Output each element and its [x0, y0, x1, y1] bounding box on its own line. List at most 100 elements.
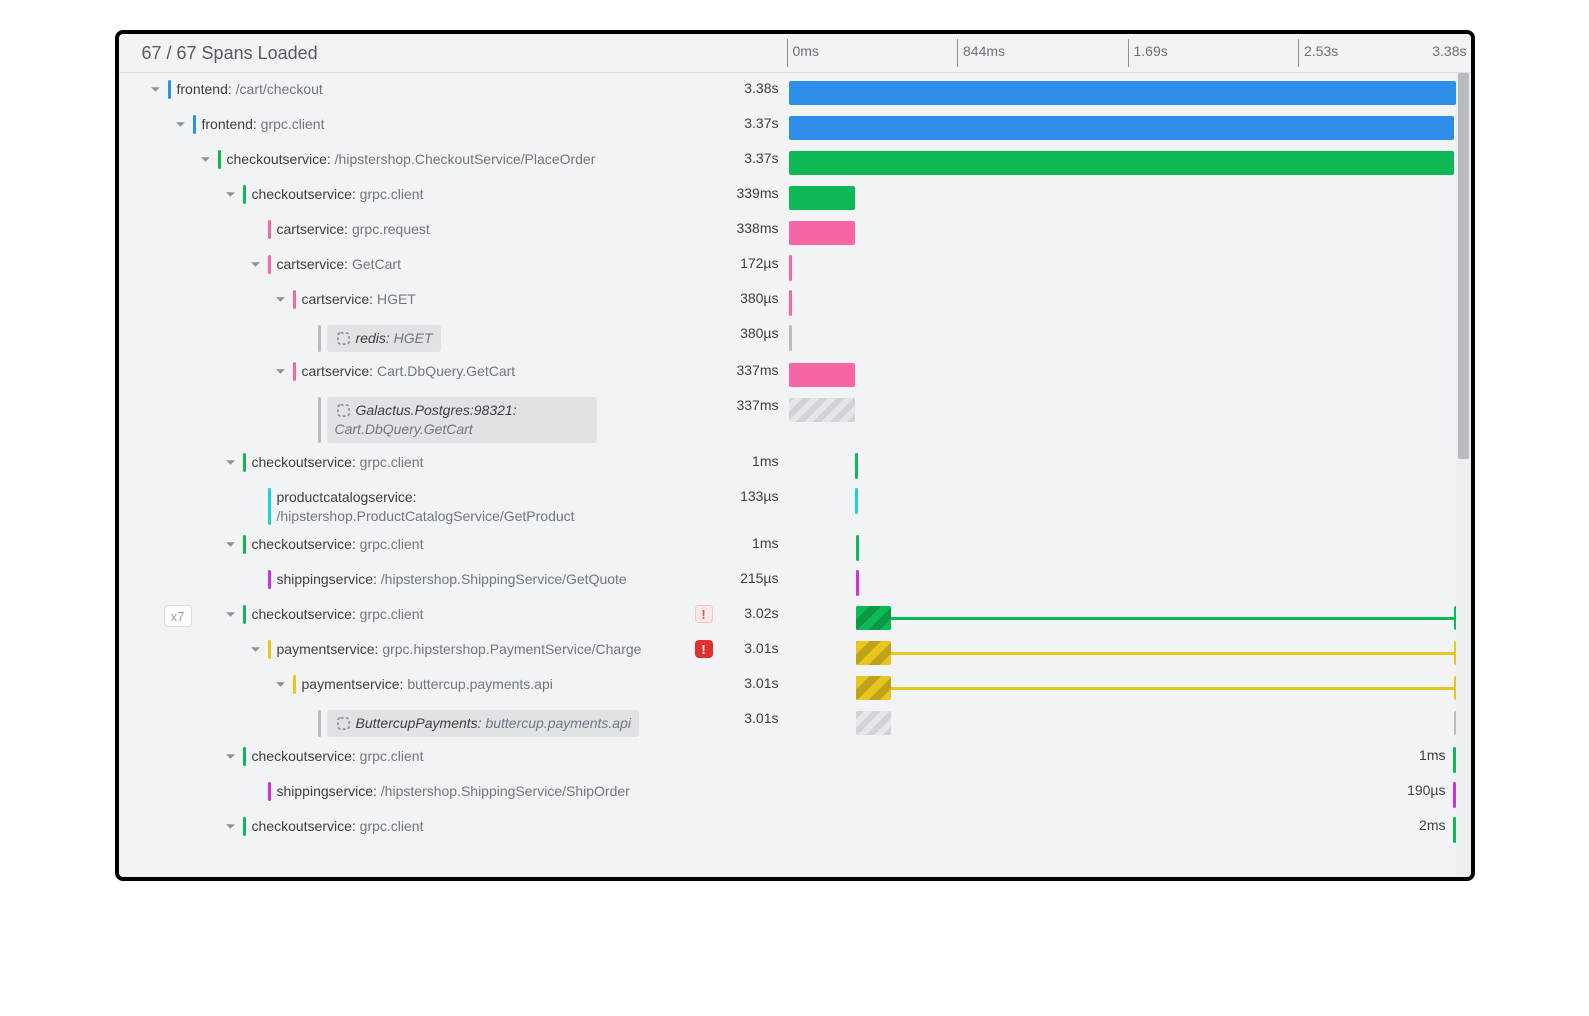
- span-timeline-cell: 2ms: [789, 812, 1456, 847]
- span-bar[interactable]: [856, 535, 859, 561]
- expand-toggle[interactable]: [197, 151, 214, 168]
- span-row[interactable]: frontend: /cart/checkout3.38s: [119, 75, 1456, 110]
- span-row[interactable]: frontend: grpc.client3.37s: [119, 110, 1456, 145]
- span-row[interactable]: ButtercupPayments: buttercup.payments.ap…: [119, 705, 1456, 742]
- span-bar[interactable]: [856, 570, 859, 596]
- span-row[interactable]: x7checkoutservice: grpc.client!3.02s: [119, 600, 1456, 635]
- span-row[interactable]: cartservice: grpc.request338ms: [119, 215, 1456, 250]
- expand-toggle[interactable]: [172, 116, 189, 133]
- span-label: checkoutservice: grpc.client: [252, 185, 430, 204]
- span-bar[interactable]: [856, 711, 892, 735]
- span-duration: 1ms: [1419, 747, 1445, 763]
- service-name: checkoutservice:: [252, 818, 356, 834]
- inferred-icon: [335, 402, 352, 419]
- service-color-bar: [243, 605, 246, 624]
- operation-name: /hipstershop.ProductCatalogService/GetPr…: [277, 508, 575, 524]
- span-row[interactable]: checkoutservice: grpc.client2ms: [119, 812, 1456, 847]
- service-name: Galactus.Postgres:98321:: [356, 402, 517, 418]
- span-row[interactable]: checkoutservice: /hipstershop.CheckoutSe…: [119, 145, 1456, 180]
- span-row[interactable]: paymentservice: grpc.hipstershop.Payment…: [119, 635, 1456, 670]
- span-row[interactable]: shippingservice: /hipstershop.ShippingSe…: [119, 777, 1456, 812]
- span-label: checkoutservice: grpc.client: [252, 535, 430, 554]
- span-timeline-cell: [789, 180, 1456, 215]
- service-name: ButtercupPayments:: [356, 715, 482, 731]
- span-bar[interactable]: [789, 151, 1454, 175]
- expand-toggle[interactable]: [222, 606, 239, 623]
- expand-toggle[interactable]: [222, 454, 239, 471]
- span-bar[interactable]: [855, 453, 858, 479]
- operation-name: HGET: [390, 330, 433, 346]
- expand-toggle[interactable]: [222, 536, 239, 553]
- expand-toggle[interactable]: [272, 363, 289, 380]
- span-bar[interactable]: [855, 488, 858, 514]
- span-row[interactable]: cartservice: HGET380µs: [119, 285, 1456, 320]
- span-duration: 133µs: [719, 483, 789, 504]
- span-timeline-cell: [789, 215, 1456, 250]
- service-color-bar: [318, 710, 321, 737]
- expand-toggle[interactable]: [147, 81, 164, 98]
- span-bar[interactable]: [789, 325, 792, 351]
- operation-name: grpc.client: [356, 536, 424, 552]
- operation-name: buttercup.payments.api: [403, 676, 552, 692]
- service-color-bar: [243, 817, 246, 836]
- expand-toggle[interactable]: [222, 748, 239, 765]
- expand-toggle[interactable]: [247, 641, 264, 658]
- span-bar[interactable]: [789, 398, 856, 422]
- span-bar[interactable]: [856, 641, 892, 665]
- span-duration: 338ms: [719, 215, 789, 236]
- expand-toggle[interactable]: [222, 186, 239, 203]
- operation-name: buttercup.payments.api: [482, 715, 631, 731]
- span-row[interactable]: checkoutservice: grpc.client1ms: [119, 742, 1456, 777]
- span-bar[interactable]: [789, 186, 856, 210]
- waterfall-body: frontend: /cart/checkout3.38sfrontend: g…: [119, 72, 1471, 877]
- service-name: shippingservice:: [277, 571, 377, 587]
- span-label: shippingservice: /hipstershop.ShippingSe…: [277, 782, 636, 801]
- span-row[interactable]: productcatalogservice: /hipstershop.Prod…: [119, 483, 1456, 531]
- operation-name: /hipstershop.CheckoutService/PlaceOrder: [331, 151, 596, 167]
- span-bar[interactable]: [789, 116, 1454, 140]
- span-bar[interactable]: [856, 676, 892, 700]
- expand-toggle[interactable]: [247, 256, 264, 273]
- span-bar[interactable]: [789, 290, 792, 316]
- span-row[interactable]: checkoutservice: grpc.client1ms: [119, 448, 1456, 483]
- operation-name: /hipstershop.ShippingService/ShipOrder: [377, 783, 630, 799]
- span-duration: 190µs: [1407, 782, 1445, 798]
- span-bar[interactable]: [789, 221, 856, 245]
- span-duration: 3.01s: [719, 635, 789, 656]
- span-label: redis: HGET: [327, 325, 447, 352]
- scrollbar-thumb[interactable]: [1458, 73, 1469, 459]
- span-label: checkoutservice: /hipstershop.CheckoutSe…: [227, 150, 602, 169]
- span-row[interactable]: cartservice: GetCart172µs: [119, 250, 1456, 285]
- span-bar[interactable]: [789, 363, 856, 387]
- span-row[interactable]: cartservice: Cart.DbQuery.GetCart337ms: [119, 357, 1456, 392]
- operation-name: /cart/checkout: [232, 81, 323, 97]
- expand-toggle[interactable]: [272, 291, 289, 308]
- expand-toggle[interactable]: [222, 818, 239, 835]
- span-bar[interactable]: [856, 606, 892, 630]
- span-row[interactable]: checkoutservice: grpc.client1ms: [119, 530, 1456, 565]
- span-row[interactable]: redis: HGET380µs: [119, 320, 1456, 357]
- time-axis-tick: 0ms: [789, 43, 819, 59]
- operation-name: Cart.DbQuery.GetCart: [373, 363, 515, 379]
- operation-name: /hipstershop.ShippingService/GetQuote: [377, 571, 627, 587]
- service-name: frontend:: [202, 116, 257, 132]
- service-color-bar: [268, 255, 271, 274]
- span-duration: 337ms: [719, 392, 789, 413]
- span-whisker: [891, 617, 1455, 620]
- span-label: paymentservice: grpc.hipstershop.Payment…: [277, 640, 648, 659]
- scrollbar-track[interactable]: [1456, 73, 1471, 877]
- span-bar[interactable]: [789, 81, 1456, 105]
- expand-toggle[interactable]: [272, 676, 289, 693]
- span-row[interactable]: paymentservice: buttercup.payments.api3.…: [119, 670, 1456, 705]
- operation-name: grpc.client: [257, 116, 325, 132]
- inferred-icon: [335, 330, 352, 347]
- span-row[interactable]: Galactus.Postgres:98321: Cart.DbQuery.Ge…: [119, 392, 1456, 448]
- span-row[interactable]: checkoutservice: grpc.client339ms: [119, 180, 1456, 215]
- service-color-bar: [268, 782, 271, 801]
- span-timeline-cell: [789, 75, 1456, 110]
- span-row[interactable]: shippingservice: /hipstershop.ShippingSe…: [119, 565, 1456, 600]
- service-color-bar: [293, 290, 296, 309]
- span-bar[interactable]: [789, 255, 792, 281]
- span-timeline-cell: [789, 565, 1456, 600]
- service-color-bar: [168, 80, 171, 99]
